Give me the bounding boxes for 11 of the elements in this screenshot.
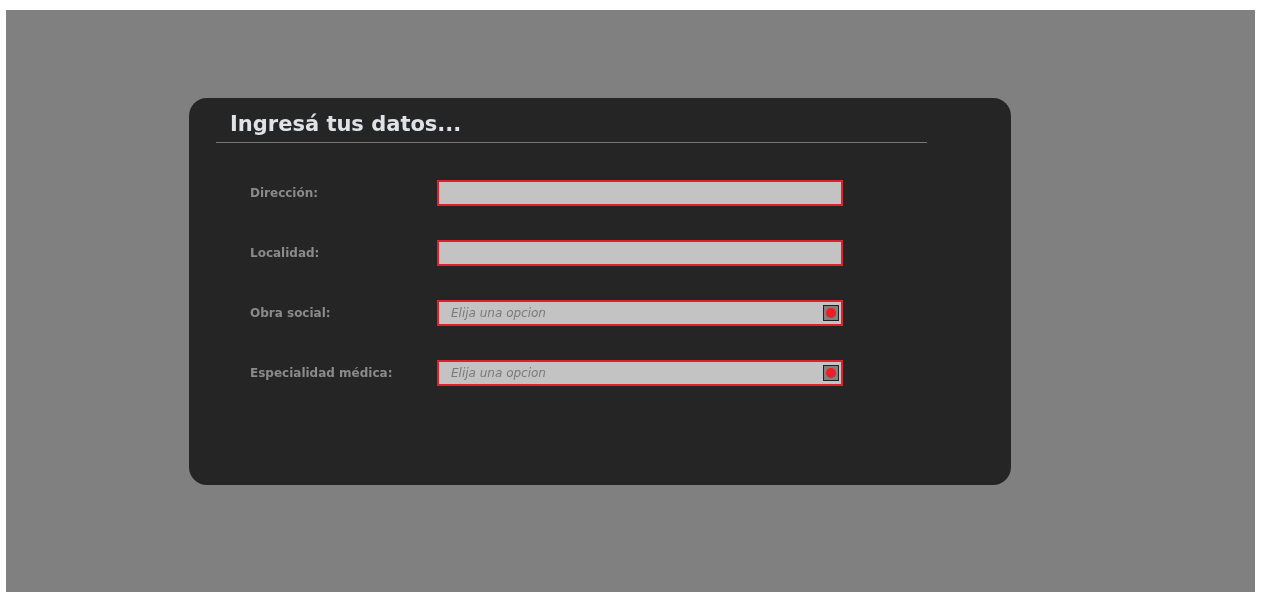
select-field[interactable]: Elija una opcion (437, 300, 843, 326)
input-field[interactable] (437, 240, 843, 266)
dropdown-icon[interactable] (823, 365, 839, 381)
field-label: Dirección: (250, 186, 320, 200)
form-title: Ingresá tus datos... (216, 112, 927, 143)
field-label: Obra social: (250, 306, 332, 320)
select-field[interactable]: Elija una opcion (437, 360, 843, 386)
input-field[interactable] (437, 180, 843, 206)
dropdown-icon[interactable] (823, 305, 839, 321)
field-label: Especialidad médica: (250, 366, 394, 380)
field-label: Localidad: (250, 246, 321, 260)
